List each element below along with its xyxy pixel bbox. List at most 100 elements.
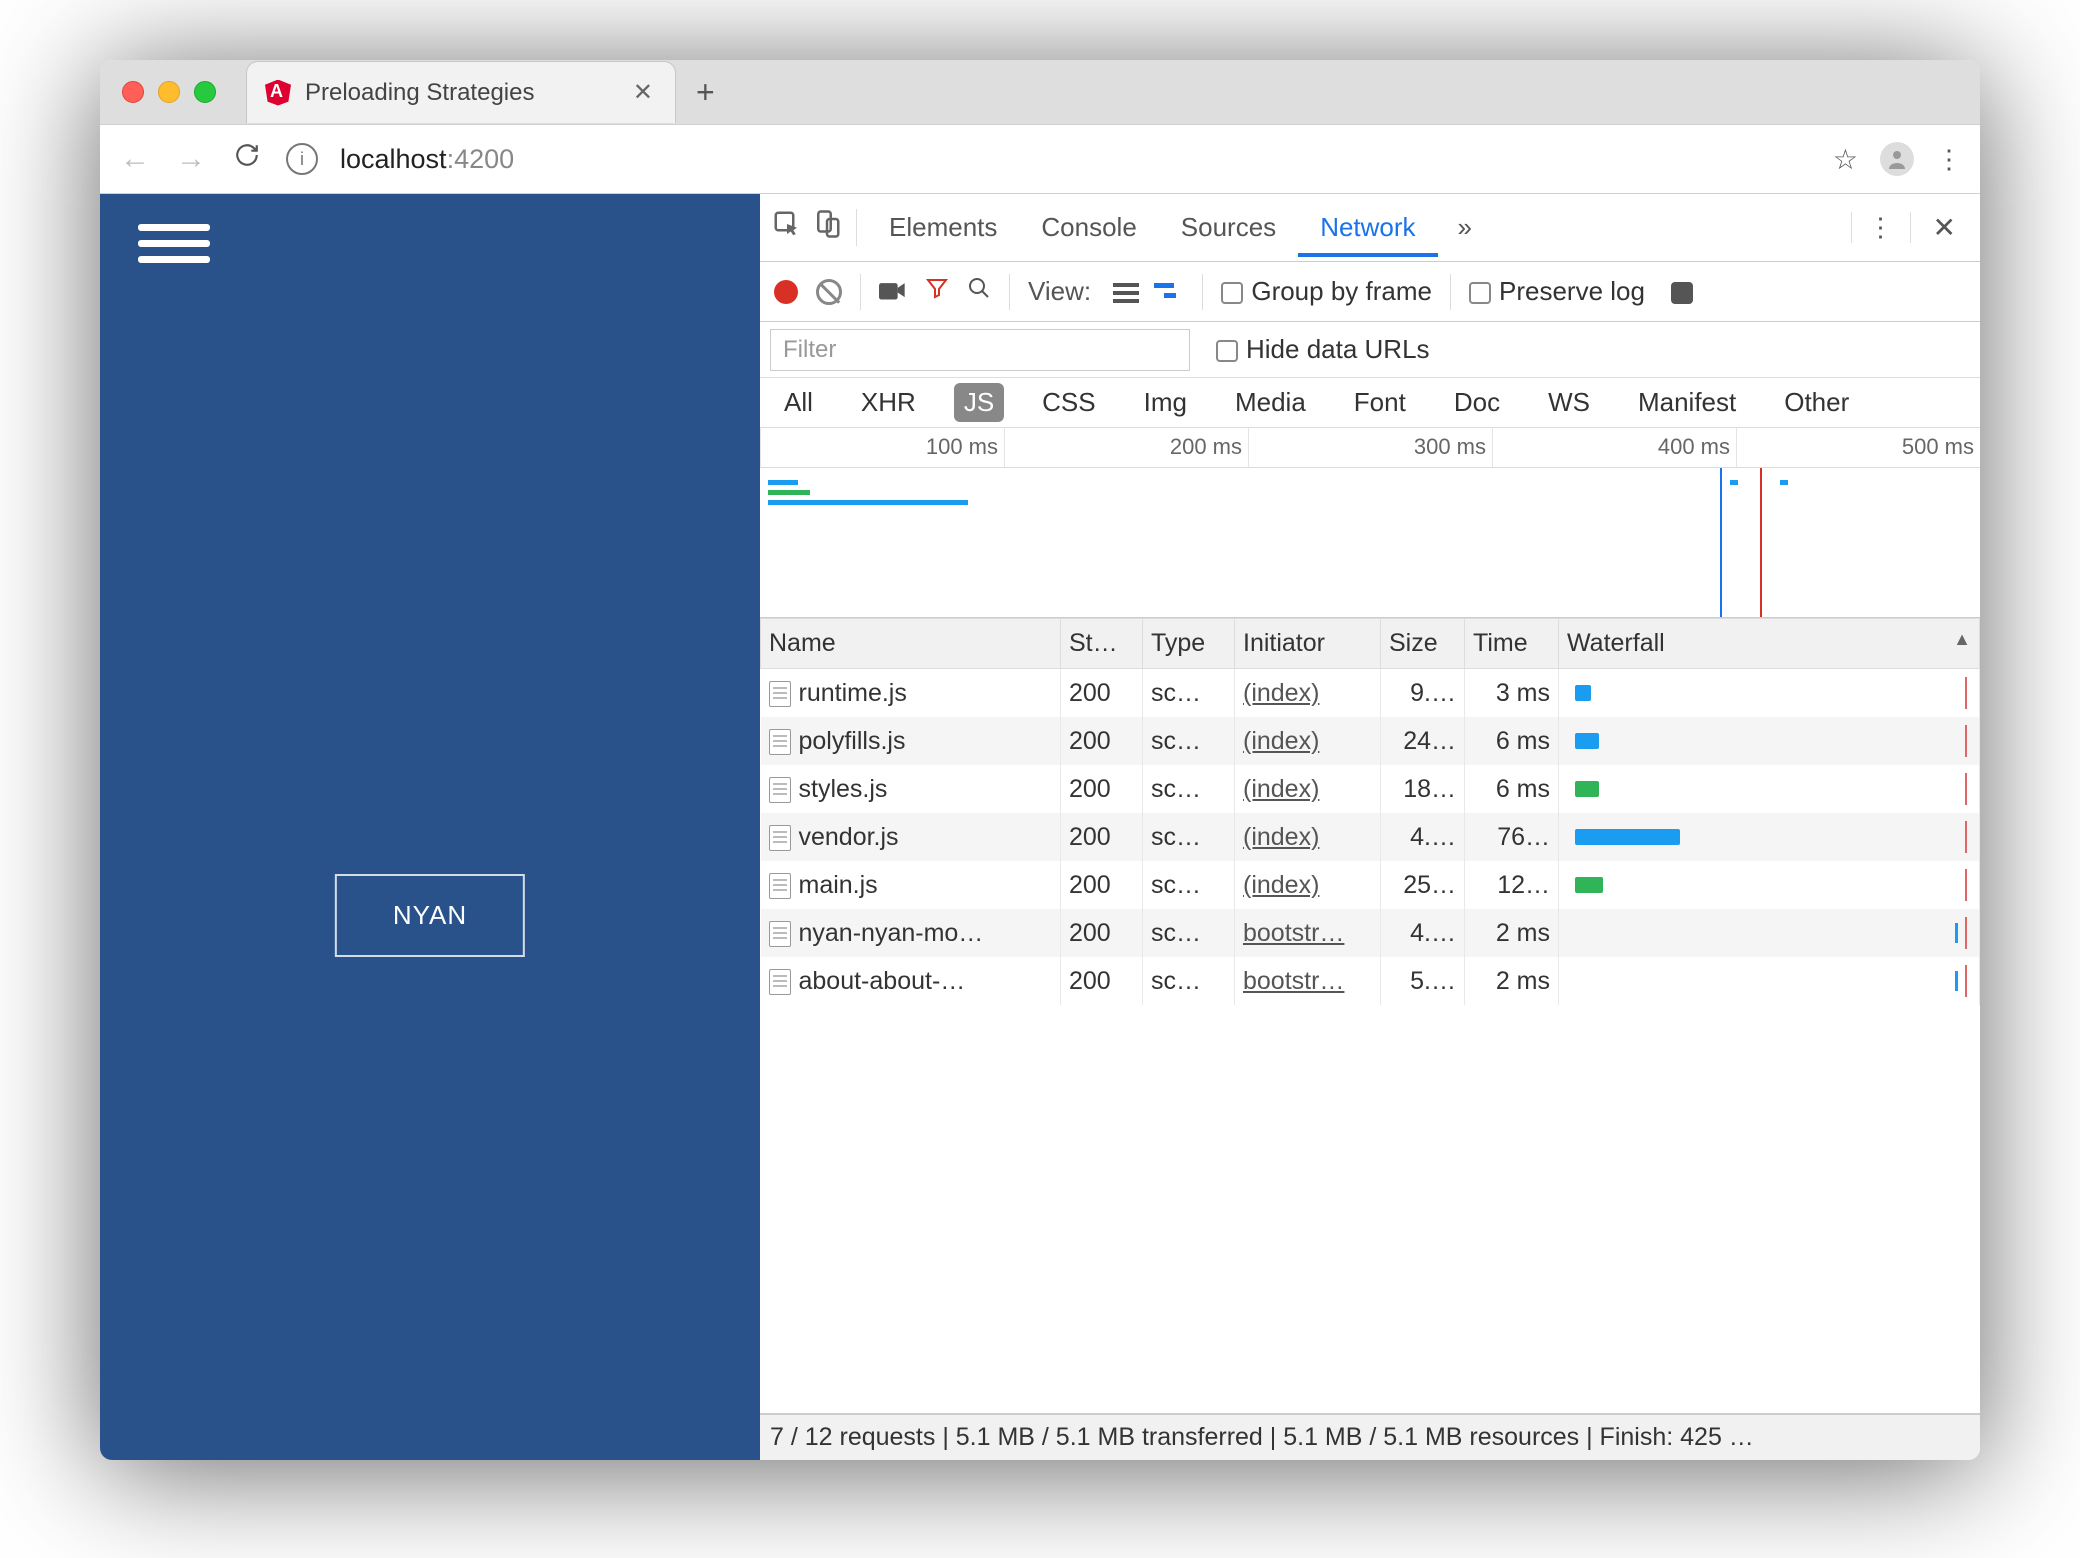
network-toolbar: View: Group by frame Preserve log	[760, 262, 1980, 322]
table-row[interactable]: runtime.js200sc…(index)9.…3 ms	[761, 669, 1980, 718]
address-bar: ← → i localhost:4200 ☆ ⋮	[100, 124, 1980, 194]
column-header[interactable]: Initiator	[1235, 619, 1381, 669]
devtools-tab-console[interactable]: Console	[1019, 198, 1158, 257]
preserve-label: Preserve log	[1499, 276, 1645, 306]
type-chip-other[interactable]: Other	[1774, 383, 1859, 422]
type-chip-doc[interactable]: Doc	[1444, 383, 1510, 422]
group-by-frame-checkbox[interactable]: Group by frame	[1221, 276, 1432, 307]
type-chip-media[interactable]: Media	[1225, 383, 1316, 422]
record-button[interactable]	[774, 280, 798, 304]
type-chip-js[interactable]: JS	[954, 383, 1004, 422]
devtools-settings-icon[interactable]: ⋮	[1851, 212, 1911, 243]
back-button[interactable]: ←	[118, 142, 152, 176]
profile-avatar[interactable]	[1880, 142, 1914, 176]
type-chip-font[interactable]: Font	[1344, 383, 1416, 422]
devtools-tab-elements[interactable]: Elements	[867, 198, 1019, 257]
reload-button[interactable]	[230, 142, 264, 176]
timeline-bar	[768, 500, 968, 505]
hide-data-urls-label: Hide data URLs	[1246, 334, 1430, 364]
file-icon	[769, 681, 791, 707]
browser-menu-button[interactable]: ⋮	[1936, 144, 1962, 175]
type-chip-ws[interactable]: WS	[1538, 383, 1600, 422]
timeline-tick: 500 ms	[1736, 428, 1980, 467]
network-table[interactable]: NameSt…TypeInitiatorSizeTimeWaterfall▲ r…	[760, 618, 1980, 1414]
forward-button[interactable]: →	[174, 142, 208, 176]
view-mode-buttons[interactable]	[1109, 276, 1184, 307]
devtools-pane: ElementsConsoleSourcesNetwork » ⋮ ✕	[760, 194, 1980, 1460]
filter-icon[interactable]	[925, 276, 949, 307]
devtools-close-button[interactable]: ✕	[1921, 211, 1968, 244]
window-controls	[122, 81, 216, 103]
timeline-bar	[1780, 480, 1788, 485]
table-row[interactable]: nyan-nyan-mo…200sc…bootstr…4.…2 ms	[761, 909, 1980, 957]
type-chip-img[interactable]: Img	[1134, 383, 1197, 422]
file-icon	[769, 921, 791, 947]
file-icon	[769, 969, 791, 995]
url-host: localhost	[340, 144, 447, 174]
toggle-device-icon[interactable]	[812, 209, 842, 246]
column-header[interactable]: Time	[1465, 619, 1559, 669]
column-header[interactable]: Size	[1381, 619, 1465, 669]
nyan-button[interactable]: NYAN	[335, 874, 525, 957]
browser-window: Preloading Strategies ✕ + ← → i localhos…	[100, 60, 1980, 1460]
column-header[interactable]: Waterfall▲	[1559, 619, 1980, 669]
url-port-sep: :	[447, 144, 455, 174]
timeline-bar	[768, 480, 798, 485]
hide-data-urls-checkbox[interactable]: Hide data URLs	[1216, 334, 1430, 365]
site-info-icon[interactable]: i	[286, 143, 318, 175]
table-row[interactable]: main.js200sc…(index)25…12…	[761, 861, 1980, 909]
view-list-icon[interactable]	[1113, 283, 1139, 303]
table-row[interactable]: about-about-…200sc…bootstr…5.…2 ms	[761, 957, 1980, 1005]
tab-title: Preloading Strategies	[305, 79, 629, 107]
view-label: View:	[1028, 276, 1091, 307]
load-marker	[1760, 468, 1762, 618]
window-maximize-button[interactable]	[194, 81, 216, 103]
browser-tab[interactable]: Preloading Strategies ✕	[246, 61, 676, 123]
angular-icon	[265, 80, 291, 106]
file-icon	[769, 825, 791, 851]
clear-button[interactable]	[816, 279, 842, 305]
table-row[interactable]: vendor.js200sc…(index)4.…76…	[761, 813, 1980, 861]
tab-close-button[interactable]: ✕	[629, 78, 657, 107]
timeline-overview[interactable]: 100 ms200 ms300 ms400 ms500 ms	[760, 428, 1980, 618]
titlebar: Preloading Strategies ✕ +	[100, 60, 1980, 124]
filter-row: Hide data URLs	[760, 322, 1980, 378]
new-tab-button[interactable]: +	[696, 74, 715, 111]
devtools-tabs: ElementsConsoleSourcesNetwork » ⋮ ✕	[760, 194, 1980, 262]
column-header[interactable]: Type	[1143, 619, 1235, 669]
view-waterfall-icon[interactable]	[1154, 283, 1180, 303]
timeline-tick: 100 ms	[760, 428, 1004, 467]
filter-input[interactable]	[770, 329, 1190, 371]
status-bar: 7 / 12 requests | 5.1 MB / 5.1 MB transf…	[760, 1414, 1980, 1460]
table-row[interactable]: styles.js200sc…(index)18…6 ms	[761, 765, 1980, 813]
table-row[interactable]: polyfills.js200sc…(index)24…6 ms	[761, 717, 1980, 765]
url-port: 4200	[454, 144, 514, 174]
column-header[interactable]: St…	[1061, 619, 1143, 669]
devtools-tab-network[interactable]: Network	[1298, 198, 1437, 257]
type-chip-xhr[interactable]: XHR	[851, 383, 926, 422]
column-header[interactable]: Name	[761, 619, 1061, 669]
bookmark-star-icon[interactable]: ☆	[1833, 143, 1858, 176]
group-label: Group by frame	[1251, 276, 1432, 306]
file-icon	[769, 873, 791, 899]
preserve-log-checkbox[interactable]: Preserve log	[1469, 276, 1645, 307]
inspect-element-icon[interactable]	[772, 209, 802, 246]
window-close-button[interactable]	[122, 81, 144, 103]
window-minimize-button[interactable]	[158, 81, 180, 103]
timeline-bar	[768, 490, 810, 495]
file-icon	[769, 777, 791, 803]
timeline-bar	[1730, 480, 1738, 485]
search-icon[interactable]	[967, 276, 991, 307]
file-icon	[769, 729, 791, 755]
url-input[interactable]: localhost:4200	[340, 144, 1811, 175]
hamburger-menu-icon[interactable]	[138, 224, 210, 263]
more-checkbox[interactable]	[1671, 276, 1701, 307]
type-chip-manifest[interactable]: Manifest	[1628, 383, 1746, 422]
tabs-overflow-icon[interactable]: »	[1448, 212, 1482, 243]
resource-type-filters: All XHR JS CSS Img Media Font Doc WS Manifest Othe…	[760, 378, 1980, 428]
type-chip-css[interactable]: CSS	[1032, 383, 1105, 422]
screenshot-icon[interactable]	[879, 276, 907, 307]
status-text: 7 / 12 requests | 5.1 MB / 5.1 MB transf…	[770, 1423, 1754, 1452]
devtools-tab-sources[interactable]: Sources	[1159, 198, 1298, 257]
type-chip-all[interactable]: All	[774, 383, 823, 422]
